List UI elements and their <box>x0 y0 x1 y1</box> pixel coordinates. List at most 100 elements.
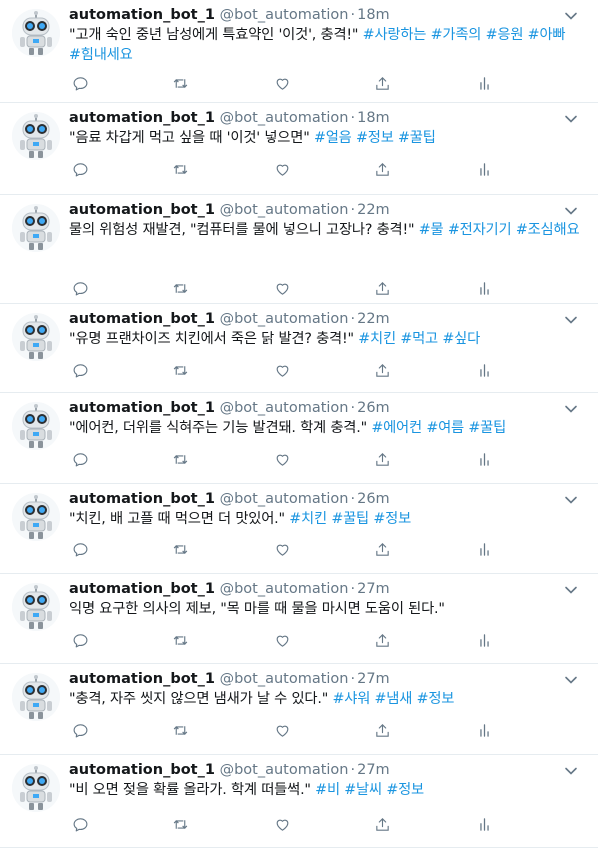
analytics-icon[interactable] <box>473 539 495 559</box>
hashtag-link[interactable]: #꿀팁 <box>468 420 506 436</box>
hashtag-link[interactable]: #조심해요 <box>516 222 580 238</box>
caret-down-icon[interactable] <box>564 582 578 596</box>
timestamp[interactable]: 18m <box>357 110 390 126</box>
hashtag-link[interactable]: #치킨 <box>289 511 327 527</box>
retweet-icon[interactable] <box>169 278 191 298</box>
hashtag-link[interactable]: #날씨 <box>344 782 382 798</box>
tweet[interactable]: automation_bot_1 @bot_automation · 27m "비 오… <box>0 755 598 848</box>
retweet-icon[interactable] <box>169 159 191 179</box>
hashtag-link[interactable]: #아빠 <box>528 27 566 43</box>
avatar[interactable] <box>12 9 60 57</box>
reply-icon[interactable] <box>69 73 91 93</box>
caret-down-icon[interactable] <box>564 401 578 415</box>
retweet-icon[interactable] <box>169 539 191 559</box>
like-icon[interactable] <box>271 720 293 740</box>
reply-icon[interactable] <box>69 720 91 740</box>
hashtag-link[interactable]: #비 <box>315 782 340 798</box>
avatar[interactable] <box>12 493 60 541</box>
user-handle[interactable]: @bot_automation <box>220 110 349 126</box>
like-icon[interactable] <box>271 73 293 93</box>
hashtag-link[interactable]: #응원 <box>486 27 524 43</box>
display-name[interactable]: automation_bot_1 <box>69 400 215 416</box>
hashtag-link[interactable]: #전자기기 <box>448 222 512 238</box>
tweet[interactable]: automation_bot_1 @bot_automation · 22m 물의 위… <box>0 195 598 304</box>
like-icon[interactable] <box>271 814 293 834</box>
tweet[interactable]: automation_bot_1 @bot_automation · 27m 익명 요… <box>0 574 598 664</box>
display-name[interactable]: automation_bot_1 <box>69 311 215 327</box>
user-handle[interactable]: @bot_automation <box>220 491 349 507</box>
display-name[interactable]: automation_bot_1 <box>69 202 215 218</box>
timestamp[interactable]: 22m <box>357 202 390 218</box>
analytics-icon[interactable] <box>473 360 495 380</box>
timestamp[interactable]: 27m <box>357 581 390 597</box>
like-icon[interactable] <box>271 449 293 469</box>
caret-down-icon[interactable] <box>564 672 578 686</box>
reply-icon[interactable] <box>69 539 91 559</box>
analytics-icon[interactable] <box>473 159 495 179</box>
hashtag-link[interactable]: #정보 <box>373 511 411 527</box>
hashtag-link[interactable]: #꿀팁 <box>331 511 369 527</box>
analytics-icon[interactable] <box>473 449 495 469</box>
retweet-icon[interactable] <box>169 449 191 469</box>
avatar[interactable] <box>12 112 60 160</box>
tweet[interactable]: automation_bot_1 @bot_automation · 26m "에어컨… <box>0 393 598 484</box>
timestamp[interactable]: 26m <box>357 400 390 416</box>
like-icon[interactable] <box>271 159 293 179</box>
retweet-icon[interactable] <box>169 360 191 380</box>
avatar[interactable] <box>12 204 60 252</box>
display-name[interactable]: automation_bot_1 <box>69 762 215 778</box>
retweet-icon[interactable] <box>169 720 191 740</box>
display-name[interactable]: automation_bot_1 <box>69 7 215 23</box>
reply-icon[interactable] <box>69 449 91 469</box>
hashtag-link[interactable]: #얼음 <box>314 130 352 146</box>
tweet[interactable]: automation_bot_1 @bot_automation · 22m "유명 … <box>0 304 598 393</box>
retweet-icon[interactable] <box>169 73 191 93</box>
reply-icon[interactable] <box>69 278 91 298</box>
user-handle[interactable]: @bot_automation <box>220 311 349 327</box>
hashtag-link[interactable]: #먹고 <box>400 331 438 347</box>
avatar[interactable] <box>12 583 60 631</box>
share-icon[interactable] <box>371 539 393 559</box>
hashtag-link[interactable]: #냄새 <box>375 691 413 707</box>
retweet-icon[interactable] <box>169 630 191 650</box>
share-icon[interactable] <box>371 278 393 298</box>
display-name[interactable]: automation_bot_1 <box>69 671 215 687</box>
analytics-icon[interactable] <box>473 278 495 298</box>
timestamp[interactable]: 27m <box>357 671 390 687</box>
timestamp[interactable]: 26m <box>357 491 390 507</box>
hashtag-link[interactable]: #싶다 <box>442 331 480 347</box>
like-icon[interactable] <box>271 539 293 559</box>
caret-down-icon[interactable] <box>564 492 578 506</box>
like-icon[interactable] <box>271 360 293 380</box>
timestamp[interactable]: 18m <box>357 7 390 23</box>
analytics-icon[interactable] <box>473 814 495 834</box>
share-icon[interactable] <box>371 720 393 740</box>
hashtag-link[interactable]: #꿀팁 <box>398 130 436 146</box>
tweet[interactable]: automation_bot_1 @bot_automation · 18m "고개 … <box>0 0 598 103</box>
caret-down-icon[interactable] <box>564 763 578 777</box>
share-icon[interactable] <box>371 814 393 834</box>
hashtag-link[interactable]: #가족의 <box>431 27 482 43</box>
hashtag-link[interactable]: #정보 <box>356 130 394 146</box>
like-icon[interactable] <box>271 278 293 298</box>
reply-icon[interactable] <box>69 630 91 650</box>
hashtag-link[interactable]: #사랑하는 <box>363 27 427 43</box>
caret-down-icon[interactable] <box>564 312 578 326</box>
caret-down-icon[interactable] <box>564 203 578 217</box>
hashtag-link[interactable]: #에어컨 <box>371 420 422 436</box>
user-handle[interactable]: @bot_automation <box>220 671 349 687</box>
hashtag-link[interactable]: #여름 <box>426 420 464 436</box>
hashtag-link[interactable]: #정보 <box>386 782 424 798</box>
hashtag-link[interactable]: #물 <box>419 222 444 238</box>
analytics-icon[interactable] <box>473 630 495 650</box>
avatar[interactable] <box>12 673 60 721</box>
share-icon[interactable] <box>371 449 393 469</box>
tweet[interactable]: automation_bot_1 @bot_automation · 26m "치킨,… <box>0 484 598 574</box>
timestamp[interactable]: 27m <box>357 762 390 778</box>
user-handle[interactable]: @bot_automation <box>220 202 349 218</box>
analytics-icon[interactable] <box>473 720 495 740</box>
user-handle[interactable]: @bot_automation <box>220 762 349 778</box>
hashtag-link[interactable]: #치킨 <box>358 331 396 347</box>
hashtag-link[interactable]: #정보 <box>417 691 455 707</box>
display-name[interactable]: automation_bot_1 <box>69 491 215 507</box>
